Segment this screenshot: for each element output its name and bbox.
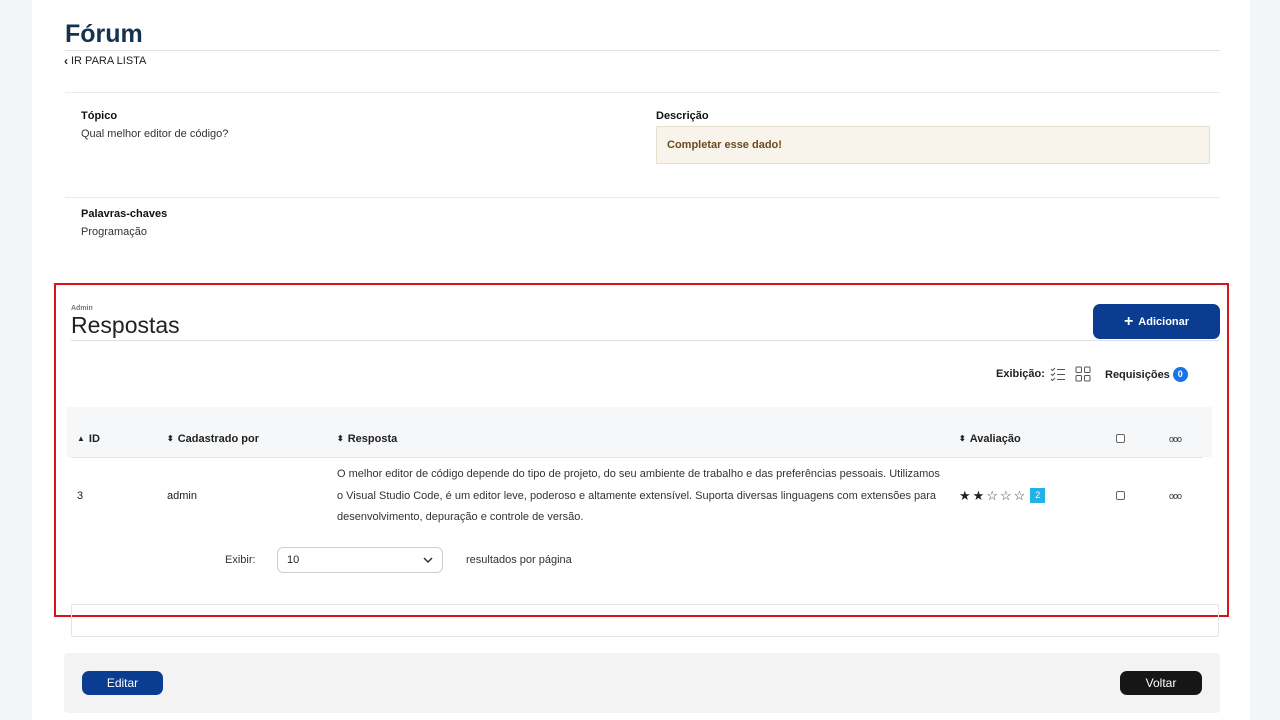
sort-icon: ⬍ <box>959 434 966 443</box>
per-page-select[interactable]: 10 <box>277 547 443 573</box>
cell-id: 3 <box>77 490 84 502</box>
back-to-list-link[interactable]: ‹ IR PARA LISTA <box>64 55 146 67</box>
requests-count-badge: 0 <box>1172 367 1188 382</box>
keywords-label: Palavras-chaves <box>81 208 168 220</box>
column-rating-label: Avaliação <box>969 433 1021 445</box>
grid-view-icon[interactable] <box>1075 366 1091 382</box>
requests-label: Requisições <box>1105 368 1170 381</box>
back-to-list-label: IR PARA LISTA <box>71 55 147 67</box>
more-options-icon[interactable]: ooo <box>1169 491 1182 501</box>
chevron-down-icon <box>423 557 433 563</box>
display-label: Exibição: <box>996 368 1045 380</box>
sort-icon: ⬍ <box>337 434 344 443</box>
requests-indicator[interactable]: Requisições 0 <box>1105 367 1188 382</box>
keywords-value: Programação <box>81 226 148 238</box>
list-view-icon[interactable] <box>1050 367 1066 381</box>
plus-icon: + <box>1123 312 1134 330</box>
per-page-value: 10 <box>287 554 300 566</box>
description-label: Descrição <box>656 110 709 122</box>
add-button[interactable]: + Adicionar <box>1093 304 1220 339</box>
star-empty-icon[interactable]: ☆ <box>1014 489 1026 502</box>
sort-icon: ⬍ <box>167 434 174 443</box>
table-header-background <box>67 407 1212 457</box>
page-container: Fórum ‹ IR PARA LISTA Tópico Qual melhor… <box>32 0 1250 720</box>
cell-registered-by: admin <box>167 490 197 502</box>
column-header-id[interactable]: ▲ ID <box>77 433 100 445</box>
star-filled-icon[interactable]: ★ <box>973 489 985 502</box>
empty-panel <box>71 604 1219 637</box>
column-registered-by-label: Cadastrado por <box>177 433 259 445</box>
responses-divider <box>71 340 1219 341</box>
topic-label: Tópico <box>81 110 118 122</box>
select-all-checkbox[interactable] <box>1116 434 1125 443</box>
rating-count-badge: 2 <box>1030 488 1046 503</box>
column-header-rating[interactable]: ⬍ Avaliação <box>959 433 1021 445</box>
divider <box>65 92 1220 93</box>
column-header-registered-by[interactable]: ⬍ Cadastrado por <box>167 433 259 445</box>
edit-button[interactable]: Editar <box>82 671 163 695</box>
description-warning: Completar esse dado! <box>656 126 1210 164</box>
page-title: Fórum <box>65 20 143 48</box>
footer-bar <box>64 653 1220 713</box>
add-button-label: Adicionar <box>1138 315 1190 328</box>
column-answer-label: Resposta <box>347 433 398 445</box>
more-options-icon[interactable]: ooo <box>1169 434 1182 444</box>
title-divider <box>65 50 1220 51</box>
back-button[interactable]: Voltar <box>1120 671 1202 695</box>
per-page-label: Exibir: <box>225 554 256 566</box>
rating-stars[interactable]: ★ ★ ☆ ☆ ☆ 2 <box>959 488 1046 503</box>
responses-title: Respostas <box>71 312 180 338</box>
divider <box>65 197 1220 198</box>
star-filled-icon[interactable]: ★ <box>959 489 971 502</box>
column-id-label: ID <box>88 433 100 445</box>
admin-caption: Admin <box>71 305 93 312</box>
star-empty-icon[interactable]: ☆ <box>986 489 998 502</box>
column-header-answer[interactable]: ⬍ Resposta <box>337 433 397 445</box>
per-page-suffix: resultados por página <box>466 554 572 566</box>
chevron-left-icon: ‹ <box>64 54 68 68</box>
star-empty-icon[interactable]: ☆ <box>1000 489 1012 502</box>
display-mode-control: Exibição: <box>996 366 1091 382</box>
sort-asc-icon: ▲ <box>77 434 85 443</box>
cell-answer: O melhor editor de código depende do tip… <box>337 468 940 523</box>
topic-value: Qual melhor editor de código? <box>81 128 229 140</box>
table-header-divider <box>71 457 1203 458</box>
row-checkbox[interactable] <box>1116 491 1125 500</box>
